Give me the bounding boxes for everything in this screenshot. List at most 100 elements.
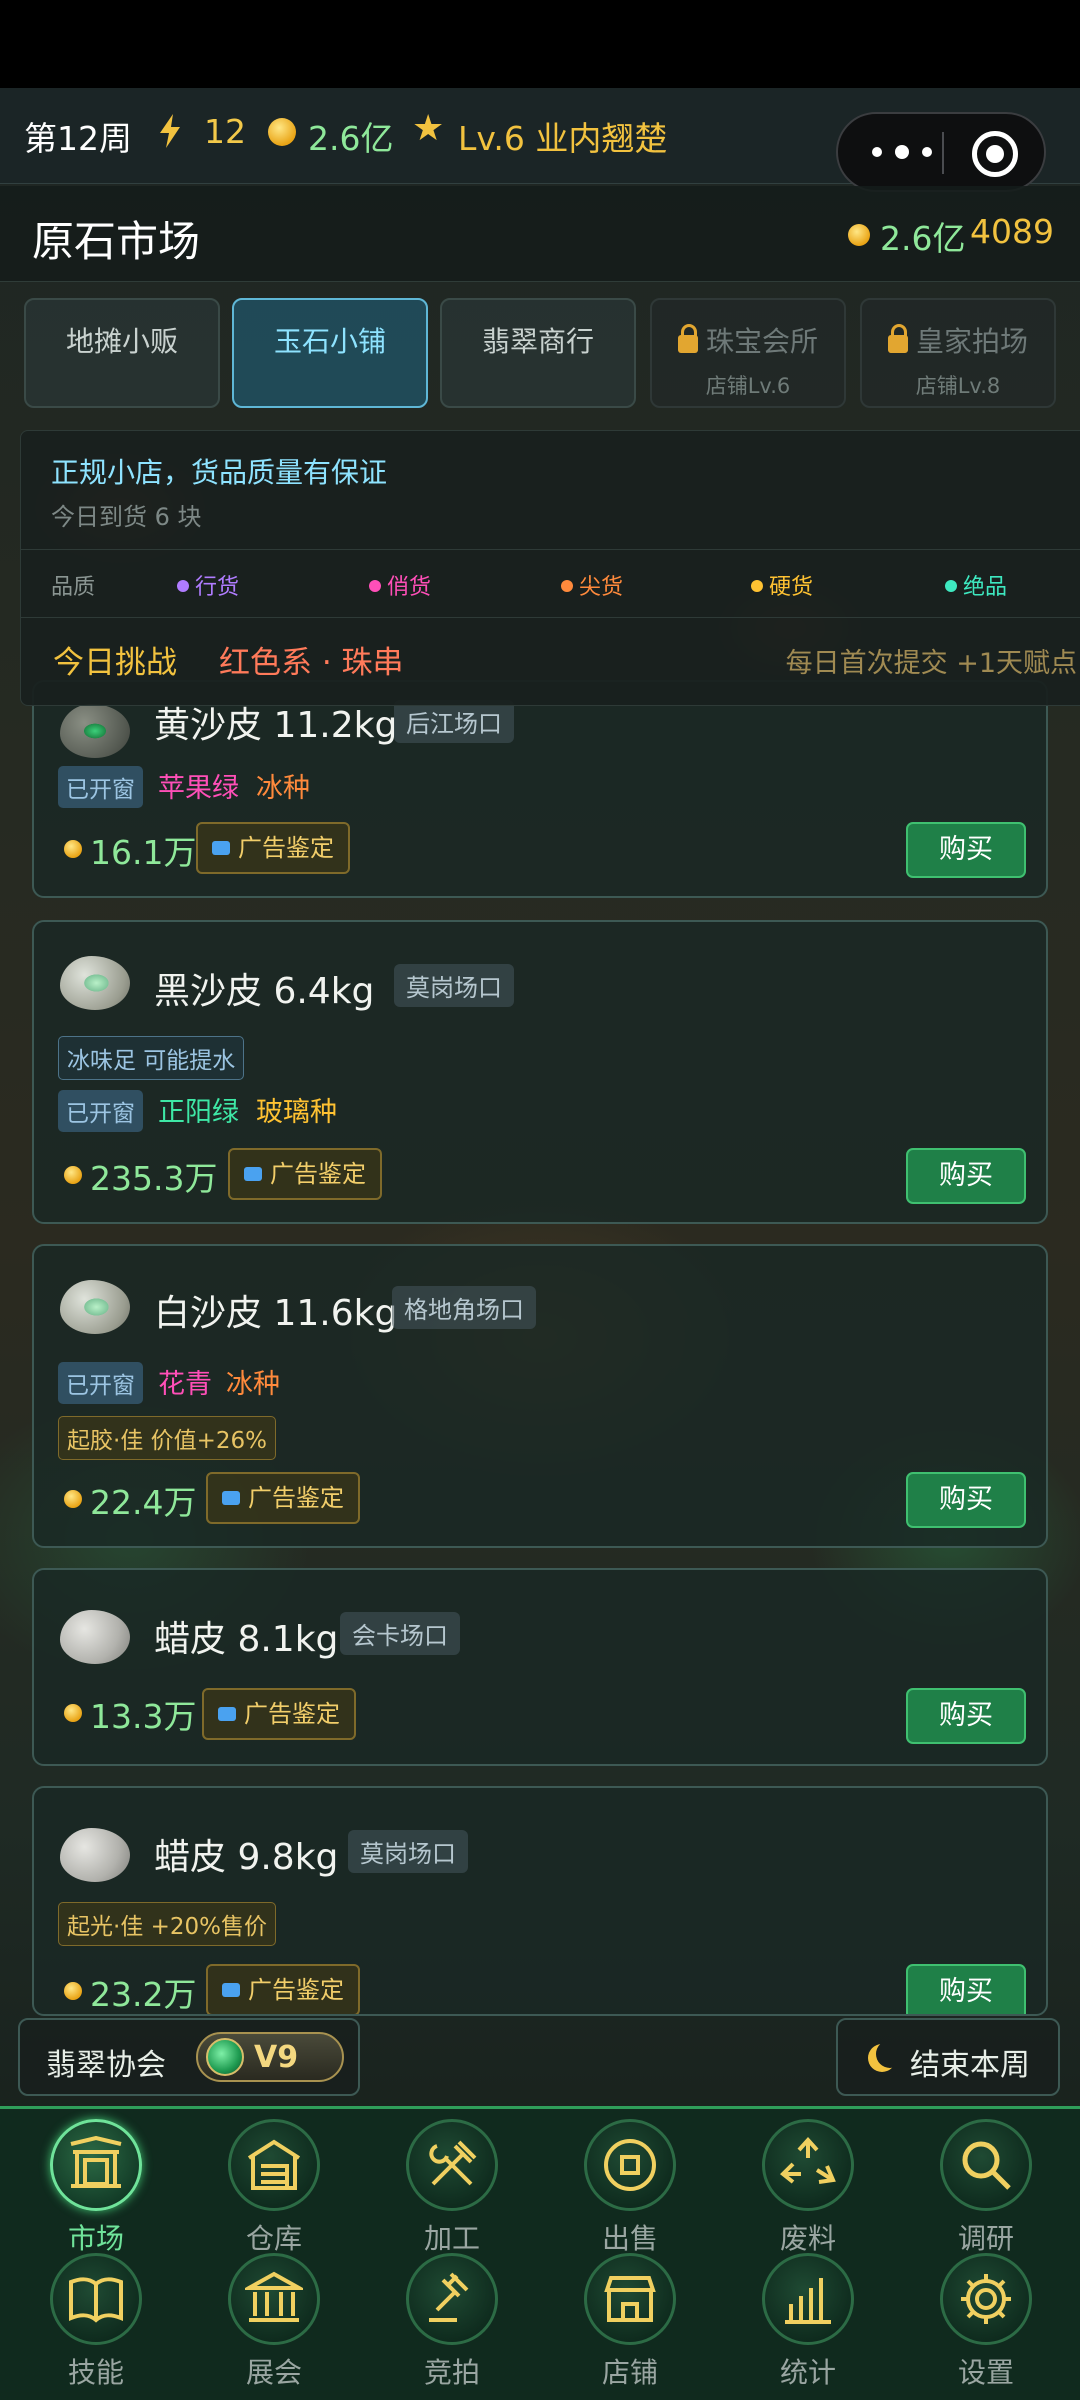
raw-stone-icon bbox=[60, 1828, 130, 1882]
nav-label: 设置 bbox=[957, 2356, 1014, 2389]
nav-label: 市场 bbox=[67, 2222, 124, 2255]
nav-shop[interactable]: 店铺 bbox=[560, 2253, 700, 2389]
stone-price: 22.4万 bbox=[90, 1483, 197, 1522]
origin-badge: 莫岗场口 bbox=[348, 1830, 468, 1873]
buy-button[interactable]: 购买 bbox=[906, 1964, 1026, 2014]
window-badge: 已开窗 bbox=[58, 1090, 143, 1132]
window-badge: 已开窗 bbox=[58, 1362, 143, 1404]
stone-name: 蜡皮 9.8kg bbox=[154, 1837, 339, 1878]
stone-name: 黑沙皮 6.4kg bbox=[154, 971, 375, 1012]
kind-tag: 冰种 bbox=[256, 773, 310, 804]
coin-trade-icon bbox=[584, 2119, 676, 2211]
nav-market[interactable]: 市场 bbox=[26, 2119, 166, 2255]
nav-warehouse[interactable]: 仓库 bbox=[204, 2119, 344, 2255]
book-icon bbox=[50, 2253, 142, 2345]
magnifier-icon bbox=[940, 2119, 1032, 2211]
emerald-gem-icon bbox=[206, 2038, 244, 2076]
buy-button[interactable]: 购买 bbox=[906, 1148, 1026, 1204]
nav-settings[interactable]: 设置 bbox=[916, 2253, 1056, 2389]
nav-label: 展会 bbox=[245, 2356, 302, 2389]
insight-badge: 冰味足 可能提水 bbox=[58, 1036, 245, 1080]
ad-appraise-button[interactable]: 广告鉴定 bbox=[206, 1472, 360, 1524]
challenge-target[interactable]: 红色系 · 珠串 bbox=[219, 637, 404, 682]
kind-tag: 玻璃种 bbox=[256, 1097, 337, 1128]
tab-street-vendor[interactable]: 地摊小贩 bbox=[24, 298, 220, 408]
quality-legend-item: 行货 bbox=[177, 569, 239, 601]
quality-legend-item: 尖货 bbox=[561, 569, 623, 601]
buy-button[interactable]: 购买 bbox=[906, 822, 1026, 878]
money-value: 2.6亿 bbox=[308, 119, 394, 158]
ad-appraise-button[interactable]: 广告鉴定 bbox=[206, 1964, 360, 2014]
jade-association-button[interactable]: 翡翠协会 V9 bbox=[18, 2018, 360, 2096]
gear-icon bbox=[940, 2253, 1032, 2345]
nav-auction[interactable]: 竞拍 bbox=[382, 2253, 522, 2389]
ad-appraise-button[interactable]: 广告鉴定 bbox=[202, 1688, 356, 1740]
stone-name: 白沙皮 11.6kg bbox=[154, 1293, 398, 1334]
gavel-icon bbox=[406, 2253, 498, 2345]
tab-jewelry-club[interactable]: 珠宝会所 店铺Lv.6 bbox=[650, 298, 846, 408]
tab-label: 皇家拍场 bbox=[915, 325, 1028, 358]
color-tag: 花青 bbox=[158, 1369, 212, 1400]
tab-jade-shop[interactable]: 玉石小铺 bbox=[232, 298, 428, 408]
warehouse-icon bbox=[228, 2119, 320, 2211]
nav-label: 调研 bbox=[957, 2222, 1014, 2255]
bonus-badge: 起胶·佳 价值+26% bbox=[58, 1416, 277, 1460]
quality-legend-item: 俏货 bbox=[369, 569, 431, 601]
ad-appraise-button[interactable]: 广告鉴定 bbox=[228, 1148, 382, 1200]
dot-icon bbox=[561, 580, 573, 592]
stone-price: 13.3万 bbox=[90, 1697, 197, 1736]
tab-jadeite-firm[interactable]: 翡翠商行 bbox=[440, 298, 636, 408]
end-week-button[interactable]: 结束本周 bbox=[836, 2018, 1060, 2096]
miniprogram-capsule bbox=[836, 112, 1046, 192]
dot-icon bbox=[751, 580, 763, 592]
origin-badge: 后江场口 bbox=[394, 700, 514, 743]
lock-icon bbox=[887, 324, 908, 353]
arrival-count: 今日到货 6 块 bbox=[51, 503, 202, 531]
close-target-icon[interactable] bbox=[972, 131, 1018, 177]
coin-icon bbox=[64, 1490, 82, 1508]
moon-icon bbox=[868, 2044, 896, 2072]
ad-appraise-button[interactable]: 广告鉴定 bbox=[196, 822, 350, 874]
nav-exhibition[interactable]: 展会 bbox=[204, 2253, 344, 2389]
origin-badge: 会卡场口 bbox=[340, 1612, 460, 1655]
dot-icon bbox=[369, 580, 381, 592]
lock-icon bbox=[677, 324, 698, 353]
more-icon[interactable] bbox=[872, 134, 932, 170]
stone-card: 蜡皮 9.8kg 莫岗场口 起光·佳 +20%售价 23.2万 广告鉴定 购买 bbox=[32, 1786, 1048, 2016]
coin-icon bbox=[64, 1166, 82, 1184]
tab-requirement: 店铺Lv.6 bbox=[705, 374, 791, 398]
nav-processing[interactable]: 加工 bbox=[382, 2119, 522, 2255]
nav-skills[interactable]: 技能 bbox=[26, 2253, 166, 2389]
nav-label: 技能 bbox=[67, 2356, 124, 2389]
tab-label: 地摊小贩 bbox=[65, 325, 178, 358]
buy-button[interactable]: 购买 bbox=[906, 1472, 1026, 1528]
nav-label: 加工 bbox=[423, 2222, 480, 2255]
quality-legend-item: 硬货 bbox=[751, 569, 813, 601]
vip-level: V9 bbox=[254, 2040, 299, 2075]
bonus-badge: 起光·佳 +20%售价 bbox=[58, 1902, 277, 1946]
bar-chart-icon bbox=[762, 2253, 854, 2345]
tab-royal-auction[interactable]: 皇家拍场 店铺Lv.8 bbox=[860, 298, 1056, 408]
energy-value: 12 bbox=[204, 112, 246, 151]
color-tag: 苹果绿 bbox=[158, 773, 239, 804]
vip-badge: V9 bbox=[196, 2032, 344, 2082]
raw-stone-icon bbox=[60, 1610, 130, 1664]
nav-research[interactable]: 调研 bbox=[916, 2119, 1056, 2255]
tab-requirement: 店铺Lv.8 bbox=[915, 374, 1001, 398]
divider bbox=[21, 617, 1080, 618]
stone-card: 黑沙皮 6.4kg 莫岗场口 冰味足 可能提水 已开窗 正阳绿 玻璃种 235.… bbox=[32, 920, 1048, 1224]
nav-scrap[interactable]: 废料 bbox=[738, 2119, 878, 2255]
buy-button[interactable]: 购买 bbox=[906, 1688, 1026, 1744]
recycle-icon bbox=[762, 2119, 854, 2211]
nav-sell[interactable]: 出售 bbox=[560, 2119, 700, 2255]
color-tag: 正阳绿 bbox=[158, 1097, 239, 1128]
nav-statistics[interactable]: 统计 bbox=[738, 2253, 878, 2389]
quality-label: 品质 bbox=[51, 575, 96, 600]
nav-label: 竞拍 bbox=[423, 2356, 480, 2389]
nav-label: 统计 bbox=[779, 2356, 836, 2389]
status-bar bbox=[0, 0, 1080, 88]
lightning-icon bbox=[160, 114, 180, 148]
nav-label: 废料 bbox=[779, 2222, 836, 2255]
star-icon: ★ bbox=[412, 108, 445, 149]
stone-card: 蜡皮 8.1kg 会卡场口 13.3万 广告鉴定 购买 bbox=[32, 1568, 1048, 1766]
